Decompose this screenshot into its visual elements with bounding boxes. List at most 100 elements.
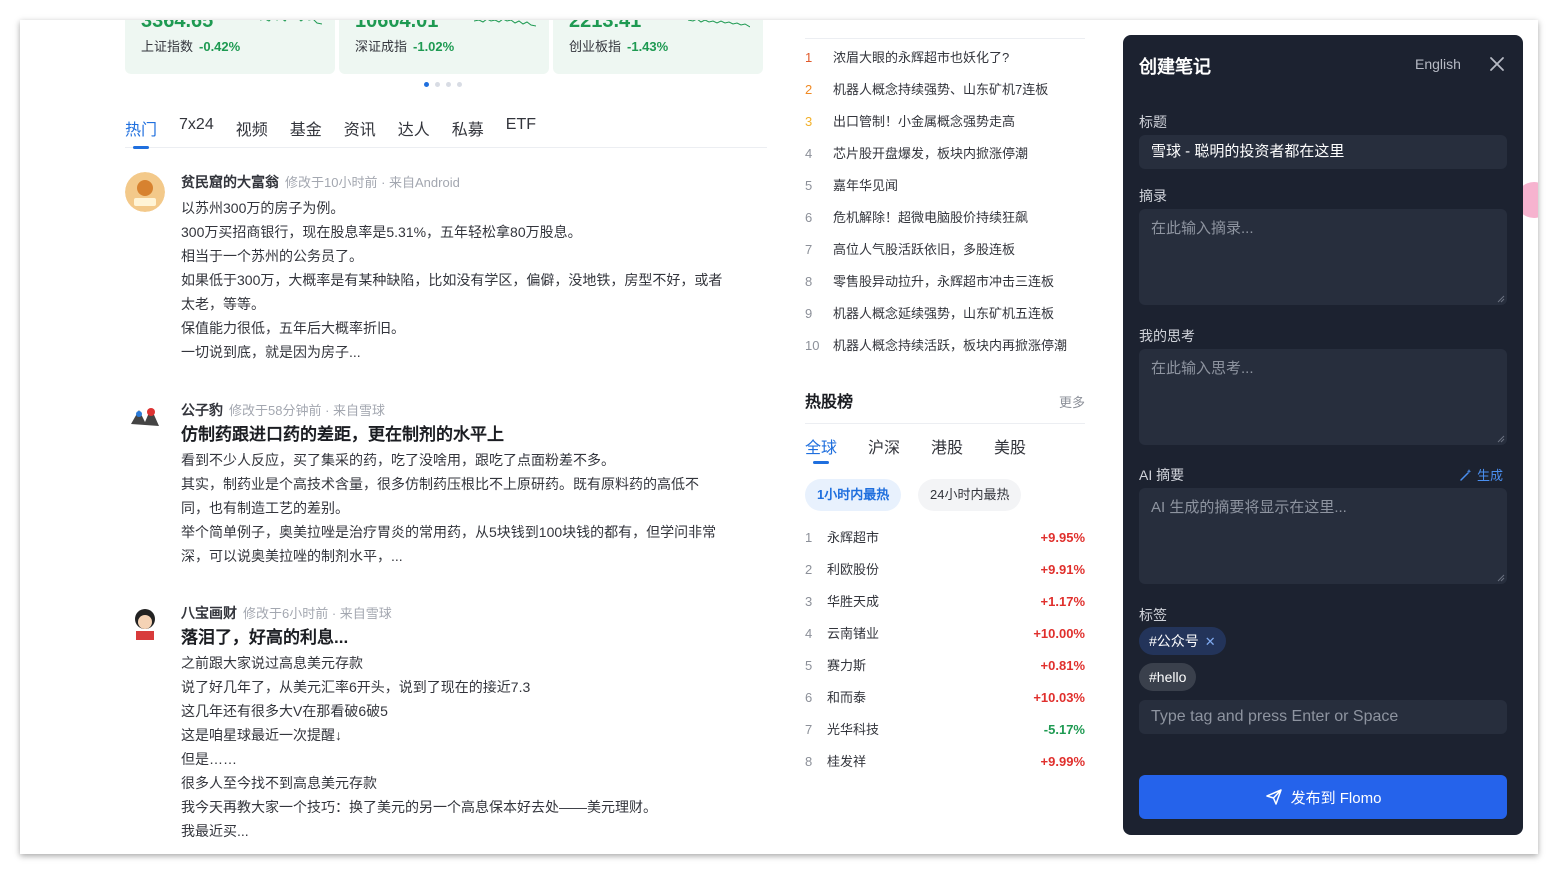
title-input[interactable]: 雪球 - 聪明的投资者都在这里 [1139,135,1507,169]
tab-fund[interactable]: 基金 [290,116,322,148]
stock-name[interactable]: 云南锗业 [827,618,1033,650]
tab-experts[interactable]: 达人 [398,116,430,148]
index-card-cyb[interactable]: 2213.41 创业板指 -1.43% [553,20,763,74]
tab-video[interactable]: 视频 [236,116,268,148]
carousel-dot[interactable] [446,82,451,87]
news-title[interactable]: 嘉年华见闻 [833,173,898,205]
post-text-line: 300万买招商银行，现在股息率是5.31%，五年轻松拿80万股息。 [181,224,582,240]
excerpt-label: 摘录 [1139,188,1167,204]
more-link[interactable]: 更多 [1059,392,1085,411]
news-item[interactable]: 1 浓眉大眼的永辉超市也妖化了? [805,45,1085,77]
stock-name[interactable]: 利欧股份 [827,554,1041,586]
tag-chip[interactable]: #公众号 ✕ [1139,627,1226,655]
tab-hk[interactable]: 港股 [931,434,963,464]
stock-row[interactable]: 5 赛力斯 +0.81% [805,650,1085,682]
index-change: -0.42% [199,39,241,54]
avatar[interactable] [125,400,165,440]
avatar[interactable] [125,603,165,643]
news-title[interactable]: 芯片股开盘爆发，板块内掀涨停潮 [833,141,1028,173]
news-rank: 2 [805,82,813,97]
tab-7x24[interactable]: 7x24 [179,116,214,148]
news-item[interactable]: 6 危机解除！超微电脑股价持续狂飙 [805,205,1085,237]
stock-row[interactable]: 1 永辉超市 +9.95% [805,522,1085,554]
news-item[interactable]: 9 机器人概念延续强势，山东矿机五连板 [805,301,1085,333]
index-name: 上证指数 [141,39,194,54]
filter-1h-button[interactable]: 1小时内最热 [805,479,902,511]
news-item[interactable]: 5 嘉年华见闻 [805,173,1085,205]
stock-row[interactable]: 3 华胜天成 +1.17% [805,586,1085,618]
stock-rank: 8 [805,754,813,769]
news-title[interactable]: 出口管制！小金属概念强势走高 [833,109,1015,141]
post-title[interactable]: 落泪了，好高的利息... [181,625,767,651]
carousel-dot[interactable] [424,82,429,87]
post-text-line: 看到不少人反应，买了集采的药，吃了没啥用，跟吃了点面粉差不多。 [181,452,615,468]
index-card-sz[interactable]: 10604.01 深证成指 -1.02% [339,20,549,74]
tag-chip[interactable]: #hello [1139,663,1197,691]
filter-24h-button[interactable]: 24小时内最热 [918,479,1022,511]
carousel-dot[interactable] [457,82,462,87]
post-author[interactable]: 公子豹 [181,402,223,418]
news-item[interactable]: 4 芯片股开盘爆发，板块内掀涨停潮 [805,141,1085,173]
publish-button[interactable]: 发布到 Flomo [1139,775,1507,819]
stock-name[interactable]: 桂发祥 [827,746,1041,778]
stock-name[interactable]: 永辉超市 [827,522,1041,554]
thoughts-textarea[interactable]: 在此输入思考... [1139,349,1507,445]
index-change: -1.02% [413,39,455,54]
generate-ai-button[interactable]: 生成 [1459,465,1503,484]
language-toggle[interactable]: English [1415,56,1461,72]
tab-global[interactable]: 全球 [805,434,837,464]
stock-name[interactable]: 和而泰 [827,682,1033,714]
resize-grip-icon[interactable] [1497,435,1505,443]
stock-row[interactable]: 6 和而泰 +10.03% [805,682,1085,714]
stock-change: -5.17% [1043,722,1085,737]
stock-name[interactable]: 赛力斯 [827,650,1041,682]
post-author[interactable]: 八宝画财 [181,605,237,621]
avatar[interactable] [125,172,165,212]
stock-rank: 5 [805,658,813,673]
news-title[interactable]: 机器人概念持续活跃，板块内再掀涨停潮 [833,333,1067,365]
carousel-dot[interactable] [435,82,440,87]
tag-input[interactable]: Type tag and press Enter or Space [1139,700,1507,734]
news-rank: 7 [805,242,813,257]
stock-row[interactable]: 2 利欧股份 +9.91% [805,554,1085,586]
stock-row[interactable]: 8 桂发祥 +9.99% [805,746,1085,778]
tab-news[interactable]: 资讯 [344,116,376,148]
news-item[interactable]: 2 机器人概念持续强势、山东矿机7连板 [805,77,1085,109]
ai-summary-placeholder: AI 生成的摘要将显示在这里... [1151,499,1347,516]
stock-row[interactable]: 4 云南锗业 +10.00% [805,618,1085,650]
post-author[interactable]: 贫民窟的大富翁 [181,174,279,190]
stock-change: +9.99% [1040,754,1085,769]
stock-change: +0.81% [1040,658,1085,673]
news-title[interactable]: 浓眉大眼的永辉超市也妖化了? [833,45,1009,77]
news-title[interactable]: 机器人概念延续强势，山东矿机五连板 [833,301,1054,333]
news-title[interactable]: 危机解除！超微电脑股价持续狂飙 [833,205,1028,237]
stock-name[interactable]: 华胜天成 [827,586,1041,618]
news-item[interactable]: 8 零售股异动拉升，永辉超市冲击三连板 [805,269,1085,301]
ai-summary-textarea[interactable]: AI 生成的摘要将显示在这里... [1139,488,1507,584]
resize-grip-icon[interactable] [1497,574,1505,582]
news-item[interactable]: 7 高位人气股活跃依旧，多股连板 [805,237,1085,269]
post-text-line: 之前跟大家说过高息美元存款 [181,655,363,671]
stock-name[interactable]: 光华科技 [827,714,1044,746]
thoughts-placeholder: 在此输入思考... [1151,360,1254,377]
news-item[interactable]: 10 机器人概念持续活跃，板块内再掀涨停潮 [805,333,1085,365]
tab-etf[interactable]: ETF [506,116,536,148]
news-title[interactable]: 零售股异动拉升，永辉超市冲击三连板 [833,269,1054,301]
remove-tag-icon[interactable]: ✕ [1205,634,1216,649]
news-item[interactable]: 3 出口管制！小金属概念强势走高 [805,109,1085,141]
hot-news-list: 1 浓眉大眼的永辉超市也妖化了? 2 机器人概念持续强势、山东矿机7连板 3 出口管制… [805,38,1085,365]
news-title[interactable]: 机器人概念持续强势、山东矿机7连板 [833,77,1048,109]
stock-row[interactable]: 7 光华科技 -5.17% [805,714,1085,746]
news-title[interactable]: 高位人气股活跃依旧，多股连板 [833,237,1015,269]
tab-private-fund[interactable]: 私募 [452,116,484,148]
index-card-sh[interactable]: 3364.65 上证指数 -0.42% [125,20,335,74]
resize-grip-icon[interactable] [1497,295,1505,303]
tab-us[interactable]: 美股 [994,434,1026,464]
tab-hs[interactable]: 沪深 [868,434,900,464]
excerpt-textarea[interactable]: 在此输入摘录... [1139,209,1507,305]
post-text-line: 保值能力很低，五年后大概率折旧。 [181,320,405,336]
carousel-dots[interactable] [424,82,462,87]
close-icon[interactable] [1487,54,1507,74]
post-title[interactable]: 仿制药跟进口药的差距，更在制剂的水平上 [181,422,767,448]
tab-hot[interactable]: 热门 [125,116,157,149]
